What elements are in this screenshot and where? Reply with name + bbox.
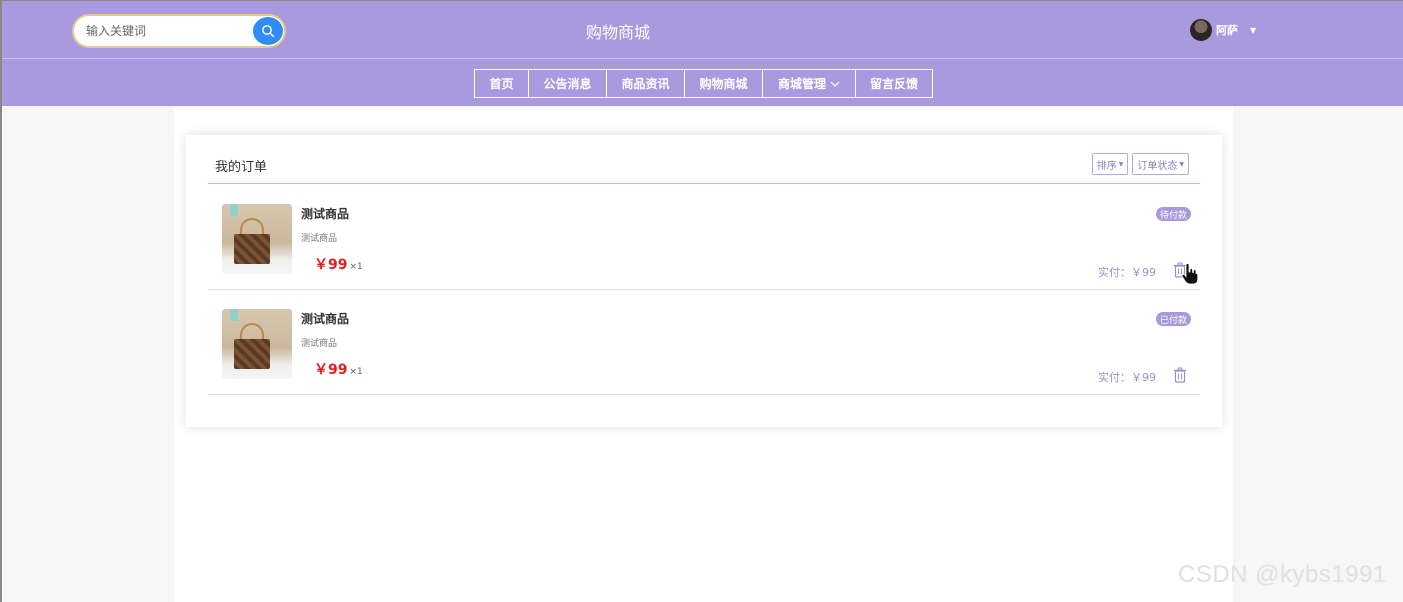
product-thumbnail[interactable] [222, 204, 292, 274]
nav-item-label: 公告消息 [543, 77, 592, 91]
nav-item-home[interactable]: 首页 [474, 69, 529, 98]
top-header: 购物商城 阿萨 ▼ [2, 1, 1403, 58]
caret-down-icon: ▼ [1250, 25, 1257, 35]
nav-bar: 首页 公告消息 商品资讯 购物商城 商城管理 留言反馈 [2, 58, 1403, 106]
price-value: ￥99 [314, 257, 348, 273]
nav-item-announcements[interactable]: 公告消息 [528, 69, 607, 98]
product-price: ￥99 ×1 [314, 254, 363, 274]
product-price: ￥99 ×1 [314, 359, 363, 379]
status-badge: 已付款 [1155, 312, 1191, 326]
trash-icon[interactable] [1173, 367, 1187, 383]
caret-down-icon: ▼ [1179, 160, 1184, 168]
user-name: 阿萨 [1216, 24, 1238, 37]
avatar [1190, 19, 1212, 41]
nav-item-shop[interactable]: 购物商城 [684, 69, 763, 98]
site-title: 购物商城 [585, 23, 650, 42]
product-thumbnail[interactable] [222, 309, 292, 379]
nav-item-shop-management[interactable]: 商城管理 [762, 69, 856, 98]
main-nav: 首页 公告消息 商品资讯 购物商城 商城管理 留言反馈 [474, 69, 933, 98]
paid-amount: 实付：￥99 [1098, 266, 1156, 279]
user-menu[interactable]: 阿萨 ▼ [1190, 19, 1256, 41]
orders-title: 我的订单 [215, 160, 268, 175]
nav-item-label: 首页 [489, 77, 514, 91]
product-name[interactable]: 测试商品 [301, 310, 349, 327]
product-desc: 测试商品 [301, 339, 338, 349]
price-value: ￥99 [314, 362, 348, 378]
sort-label: 排序 [1096, 160, 1117, 172]
watermark: CSDN @kybs1991 [1178, 561, 1387, 588]
orders-card: 我的订单 排序 ▼ 订单状态 ▼ 测试商品 测试商品 ￥99 ×1 待付款 实付：… [186, 135, 1222, 427]
title-divider [208, 183, 1200, 184]
status-badge: 待付款 [1155, 207, 1191, 221]
nav-item-label: 商品资讯 [621, 77, 670, 91]
status-filter-dropdown[interactable]: 订单状态 ▼ [1132, 153, 1189, 175]
caret-down-icon: ▼ [1118, 160, 1124, 168]
nav-item-label: 留言反馈 [869, 77, 918, 91]
status-filter-label: 订单状态 [1137, 160, 1178, 172]
nav-item-feedback[interactable]: 留言反馈 [855, 69, 933, 98]
order-item: 测试商品 测试商品 ￥99 ×1 待付款 实付：￥99 [208, 185, 1200, 290]
product-desc: 测试商品 [301, 234, 338, 244]
quantity: ×1 [349, 262, 363, 272]
chevron-down-icon [830, 81, 840, 87]
hand-cursor-icon [1181, 263, 1199, 285]
nav-item-product-news[interactable]: 商品资讯 [606, 69, 685, 98]
order-item: 测试商品 测试商品 ￥99 ×1 已付款 实付：￥99 [208, 290, 1200, 395]
order-tools: 排序 ▼ 订单状态 ▼ [1091, 153, 1189, 175]
sort-dropdown[interactable]: 排序 ▼ [1091, 153, 1129, 175]
nav-item-label: 购物商城 [699, 77, 748, 91]
paid-amount: 实付：￥99 [1098, 371, 1156, 384]
nav-item-label: 商城管理 [777, 77, 826, 91]
quantity: ×1 [349, 367, 363, 377]
product-name[interactable]: 测试商品 [301, 205, 349, 222]
